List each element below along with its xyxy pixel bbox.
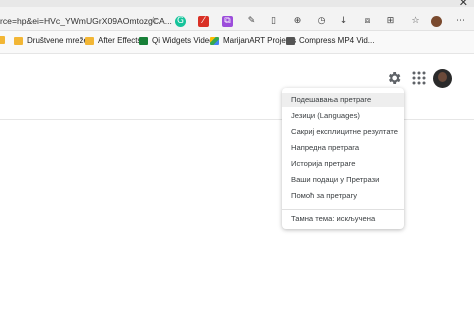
bookmarks-bar: Društvene mreže After Effects Qi Widgets…	[0, 31, 474, 54]
puzzle-icon[interactable]: ✎	[246, 16, 257, 27]
pdf-icon[interactable]: ⁄	[198, 16, 209, 27]
bookmark-folder-social[interactable]: Društvene mreže	[14, 36, 88, 45]
workspace-icon[interactable]: ⊞	[385, 16, 396, 27]
menu-item-search-help[interactable]: Помоћ за претрагу	[282, 189, 404, 203]
bookmark-label: Društvene mreže	[27, 36, 88, 45]
profile-icon[interactable]	[431, 16, 442, 27]
folder-icon	[14, 36, 23, 45]
menu-item-your-data[interactable]: Ваши подаци у Претрази	[282, 173, 404, 187]
collections-icon[interactable]: ⊕	[292, 16, 303, 27]
bookmark-compress-mp4[interactable]: Compress MP4 Vid...	[286, 36, 374, 45]
folder-icon	[0, 36, 5, 44]
bookmark-label: Compress MP4 Vid...	[299, 36, 375, 45]
bookmark-marijanart[interactable]: MarijanART Projects	[210, 36, 296, 45]
grammarly-icon[interactable]: G	[175, 16, 186, 27]
bookmark-qi-widgets[interactable]: Qi Widgets Videos	[139, 36, 218, 45]
folder-icon	[85, 36, 94, 45]
window-title-bar: ✕	[0, 0, 474, 9]
favorite-star-icon[interactable]: ☆	[148, 16, 159, 27]
drive-icon	[210, 36, 219, 45]
menu-separator	[282, 209, 404, 210]
screenshot-icon[interactable]: ⧈	[362, 16, 373, 27]
app-icon	[139, 36, 148, 45]
account-avatar[interactable]	[433, 69, 452, 88]
extension-icon[interactable]: ⧉	[222, 16, 233, 27]
bookmark-label: Qi Widgets Videos	[152, 36, 218, 45]
bookmark-folder-unnamed[interactable]	[0, 36, 9, 44]
favorites-bar-icon[interactable]: ☆	[410, 16, 421, 27]
settings-dropdown-menu: Подешавања претраге Језици (Languages) С…	[282, 88, 404, 229]
downloads-icon[interactable]: ↓	[338, 16, 349, 27]
menu-item-search-history[interactable]: Историја претраге	[282, 157, 404, 171]
menu-item-hide-explicit[interactable]: Сакриј експлицитне резултате	[282, 125, 404, 139]
menu-item-languages[interactable]: Језици (Languages)	[282, 109, 404, 123]
history-icon[interactable]: ◷	[316, 16, 327, 27]
settings-gear-icon[interactable]	[386, 70, 402, 86]
google-apps-icon[interactable]	[412, 71, 426, 85]
browser-toolbar: ✕ rce=hp&ei=HVc_YWmUGrX09AOmtozgCA... ☆ …	[0, 0, 474, 31]
address-bar-url[interactable]: rce=hp&ei=HVc_YWmUGrX09AOmtozgCA...	[0, 16, 172, 26]
menu-item-advanced-search[interactable]: Напредна претрага	[282, 141, 404, 155]
more-menu-icon[interactable]: ⋯	[455, 16, 466, 27]
menu-item-search-settings[interactable]: Подешавања претраге	[282, 93, 404, 107]
split-screen-icon[interactable]: ▯	[268, 16, 279, 27]
menu-item-dark-theme[interactable]: Тамна тема: искључена	[282, 212, 404, 226]
bookmark-folder-after-effects[interactable]: After Effects	[85, 36, 141, 45]
window-close-icon[interactable]: ✕	[459, 0, 468, 9]
bookmark-label: After Effects	[98, 36, 142, 45]
film-icon	[286, 36, 295, 45]
